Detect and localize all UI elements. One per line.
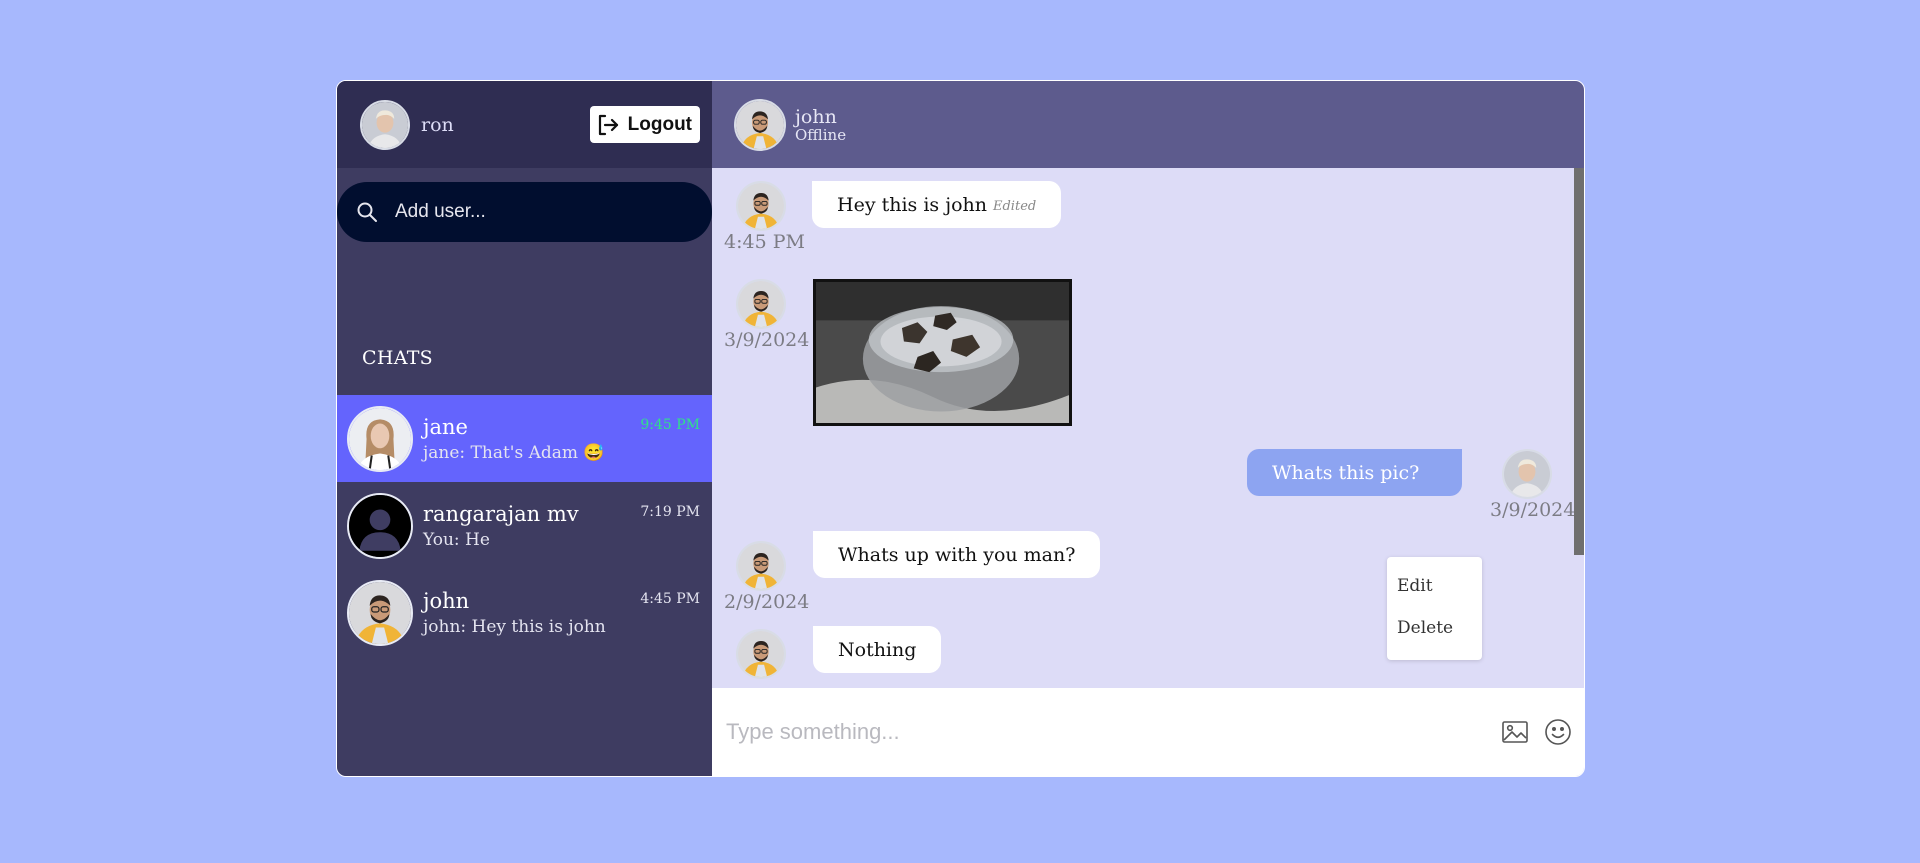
message-bubble[interactable]: Hey this is john Edited: [812, 181, 1062, 228]
message-bubble[interactable]: Whats up with you man?: [813, 531, 1101, 578]
sender-avatar: [736, 181, 786, 231]
sender-avatar: [736, 629, 786, 679]
message-time: 2/9/2024: [724, 591, 810, 613]
chat-item-john[interactable]: john john: Hey this is john 4:45 PM: [337, 569, 712, 656]
message-list[interactable]: 4:45 PM Hey this is john Edited 3/9/2024: [712, 168, 1584, 688]
message-composer: [712, 688, 1584, 776]
sender-avatar: [736, 279, 786, 329]
chat-preview: jane: That's Adam 😅: [423, 442, 605, 463]
message-text: Whats up with you man?: [838, 543, 1076, 566]
chat-preview: john: Hey this is john: [423, 616, 606, 637]
chat-list: jane jane: That's Adam 😅 9:45 PM rangara…: [337, 395, 712, 656]
message-time: 3/9/2024: [724, 329, 810, 351]
conversation-panel: john Offline 4:45 PM Hey this is john Ed…: [712, 81, 1584, 776]
peer-name: john: [795, 105, 837, 128]
message-input[interactable]: [726, 719, 1487, 745]
search-icon: [357, 202, 377, 222]
sender-avatar: [1502, 449, 1552, 499]
conversation-header: john Offline: [712, 81, 1584, 168]
chat-preview: You: He: [423, 529, 490, 550]
delete-menu-item[interactable]: Delete: [1397, 618, 1453, 638]
search-input[interactable]: [395, 201, 685, 223]
logout-icon: [598, 114, 618, 135]
peer-avatar: [734, 98, 786, 151]
peer-status: Offline: [795, 125, 847, 144]
sender-avatar: [736, 541, 786, 591]
message-text: Nothing: [838, 638, 917, 661]
avatar: [347, 405, 413, 472]
message-context-menu: Edit Delete: [1387, 557, 1482, 660]
scrollbar[interactable]: [1574, 168, 1584, 555]
shared-photo[interactable]: [813, 279, 1072, 426]
message-text: Whats this pic?: [1272, 461, 1420, 484]
chat-time: 4:45 PM: [640, 591, 700, 607]
chat-time: 9:45 PM: [640, 417, 700, 433]
avatar: [347, 579, 413, 646]
current-user-name: ron: [421, 113, 454, 136]
message-sent: Whats this pic? 3/9/2024: [712, 433, 1584, 523]
image-icon[interactable]: [1500, 717, 1530, 747]
sidebar: ron Logout CHATS jane: [337, 81, 712, 776]
message-time: 4:45 PM: [724, 231, 805, 253]
logout-label: Logout: [627, 113, 692, 135]
edit-menu-item[interactable]: Edit: [1397, 576, 1433, 596]
chat-item-rangarajan[interactable]: rangarajan mv You: He 7:19 PM: [337, 482, 712, 569]
current-user-avatar: [360, 99, 410, 150]
add-user-search[interactable]: [337, 182, 712, 242]
logout-button[interactable]: Logout: [589, 106, 700, 143]
chat-time: 7:19 PM: [640, 504, 700, 520]
default-user-icon: [347, 492, 413, 559]
chat-app-window: ron Logout CHATS jane: [336, 80, 1585, 777]
message-bubble[interactable]: Nothing: [813, 626, 942, 673]
edited-label: Edited: [993, 199, 1037, 214]
chat-item-jane[interactable]: jane jane: That's Adam 😅 9:45 PM: [337, 395, 712, 482]
message-text: Hey this is john: [837, 193, 987, 216]
sidebar-header: ron Logout: [337, 81, 712, 168]
smiley-icon[interactable]: [1543, 717, 1573, 747]
message-bubble[interactable]: Whats this pic?: [1247, 449, 1462, 496]
message-received: 4:45 PM Hey this is john Edited: [712, 168, 1584, 258]
message-time: 3/9/2024: [1490, 499, 1576, 521]
message-received-image: 3/9/2024: [712, 268, 1584, 428]
chats-heading: CHATS: [362, 347, 433, 369]
